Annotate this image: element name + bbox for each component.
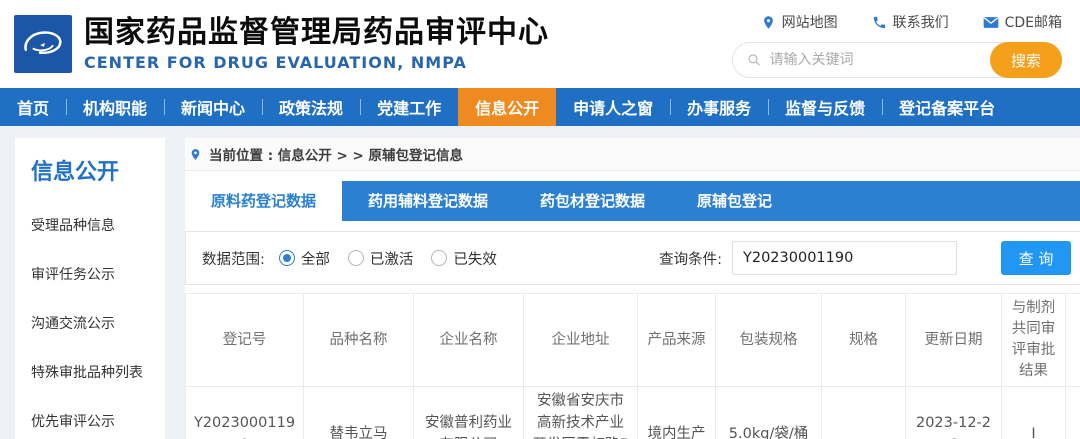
site-header: 国家药品监督管理局药品审评中心 CENTER FOR DRUG EVALUATI… [0, 0, 1080, 88]
cell-company-address: 安徽省安庆市高新技术产业开发区霞虹路58号 [523, 386, 638, 439]
nav-item-supervision[interactable]: 监督与反馈 [768, 88, 882, 126]
sidebar-item-communication[interactable]: 沟通交流公示 [31, 313, 155, 333]
fish-swirl-icon [24, 31, 62, 55]
col-packaging-spec: 包装规格 [715, 292, 822, 388]
breadcrumb-text: 当前位置 : 信息公开 > > 原辅包登记信息 [209, 148, 464, 164]
radio-all-label: 全部 [300, 251, 330, 268]
col-registration-no: 登记号 [185, 292, 304, 388]
nav-item-news[interactable]: 新闻中心 [164, 88, 262, 126]
nav-item-info-disclosure[interactable]: 信息公开 [458, 88, 557, 126]
radio-activated-label: 已激活 [369, 251, 414, 268]
mailbox-label: CDE邮箱 [1004, 15, 1062, 31]
radio-all[interactable]: 全部 [278, 248, 330, 269]
cell-spec [821, 386, 906, 439]
nav-item-party[interactable]: 党建工作 [360, 88, 458, 126]
table-row[interactable]: Y20230001190 替韦立马 安徽普利药业有限公司 安徽省安庆市高新技术产… [185, 386, 1080, 439]
radio-all-circle[interactable] [278, 250, 295, 266]
radio-expired[interactable]: 已失效 [431, 248, 497, 269]
contact-link[interactable]: 联系我们 [872, 12, 949, 32]
sidebar-item-priority-review[interactable]: 优先审评公示 [31, 411, 155, 431]
nav-item-policies[interactable]: 政策法规 [262, 88, 360, 126]
nav-item-functions[interactable]: 机构职能 [66, 88, 164, 126]
main-nav: 首页 机构职能 新闻中心 政策法规 党建工作 信息公开 申请人之窗 办事服务 监… [0, 88, 1080, 126]
tab-bar: 原料药登记数据 药用辅料登记数据 药包材登记数据 原辅包登记 [185, 181, 1080, 221]
col-remarks: 备注 [1065, 292, 1080, 388]
scope-label: 数据范围: [202, 251, 265, 268]
col-company-address: 企业地址 [523, 292, 638, 388]
main-content: 当前位置 : 信息公开 > > 原辅包登记信息 原料药登记数据 药用辅料登记数据… [185, 138, 1080, 439]
sidebar: 信息公开 受理品种信息 审评任务公示 沟通交流公示 特殊审批品种列表 优先审评公… [15, 138, 165, 439]
cell-update-date: 2023-12-26 [905, 386, 1002, 439]
cell-variety-name: 替韦立马 [303, 386, 414, 439]
col-update-date: 更新日期 [905, 292, 1002, 388]
search-button[interactable]: 搜索 [990, 42, 1062, 78]
mailbox-link[interactable]: CDE邮箱 [983, 12, 1062, 32]
location-pin-icon [763, 15, 773, 29]
site-subtitle: CENTER FOR DRUG EVALUATION, NMPA [84, 53, 467, 73]
cell-remarks [1065, 386, 1080, 439]
breadcrumb: 当前位置 : 信息公开 > > 原辅包登记信息 [185, 138, 1080, 171]
cell-company-name: 安徽普利药业有限公司 [413, 386, 524, 439]
search-icon [748, 54, 760, 66]
col-product-source: 产品来源 [637, 292, 716, 388]
phone-icon [873, 16, 885, 28]
radio-expired-label: 已失效 [453, 251, 497, 268]
table-header-row: 登记号 品种名称 企业名称 企业地址 产品来源 包装规格 规格 更新日期 与制剂… [185, 292, 1080, 388]
contact-label: 联系我们 [892, 15, 949, 31]
sitemap-link[interactable]: 网站地图 [761, 12, 838, 32]
tab-api-registration[interactable]: 原料药登记数据 [185, 181, 343, 221]
site-title: 国家药品监督管理局药品审评中心 [84, 14, 549, 50]
col-company-name: 企业名称 [413, 292, 524, 388]
search-input[interactable] [769, 52, 981, 68]
sidebar-item-accepted-varieties[interactable]: 受理品种信息 [31, 215, 155, 235]
filter-panel: 数据范围: 全部 已激活 已失效 查询条件: 查 询 [185, 231, 1080, 285]
nav-item-home[interactable]: 首页 [0, 88, 66, 126]
cell-product-source: 境内生产 [637, 386, 716, 439]
scope-radio-group: 全部 已激活 已失效 [278, 248, 497, 269]
nav-item-applicant-window[interactable]: 申请人之窗 [556, 88, 670, 126]
query-condition-label: 查询条件: [659, 251, 722, 268]
cell-packaging-spec: 5.0kg/袋/桶 [715, 386, 822, 439]
sidebar-item-special-approval[interactable]: 特殊审批品种列表 [31, 362, 155, 382]
sidebar-item-review-tasks[interactable]: 审评任务公示 [31, 264, 155, 284]
tab-packaging-registration[interactable]: 药包材登记数据 [514, 181, 671, 221]
envelope-icon [983, 16, 998, 28]
cell-joint-review-result: I [1001, 386, 1066, 439]
tab-apiep-registration[interactable]: 原辅包登记 [671, 181, 798, 221]
radio-activated[interactable]: 已激活 [347, 248, 414, 269]
sitemap-label: 网站地图 [781, 15, 838, 31]
top-links: 网站地图 联系我们 CDE邮箱 [732, 10, 1062, 34]
query-condition-input[interactable] [732, 241, 957, 275]
cell-registration-no: Y20230001190 [185, 386, 304, 439]
registration-table: 登记号 品种名称 企业名称 企业地址 产品来源 包装规格 规格 更新日期 与制剂… [185, 292, 1080, 439]
nav-item-registration-platform[interactable]: 登记备案平台 [882, 88, 1012, 126]
cde-logo [14, 15, 72, 73]
sidebar-title: 信息公开 [31, 160, 120, 185]
radio-expired-circle[interactable] [431, 250, 448, 266]
col-variety-name: 品种名称 [303, 292, 414, 388]
col-spec: 规格 [821, 292, 906, 388]
nav-item-services[interactable]: 办事服务 [670, 88, 768, 126]
tab-excipient-registration[interactable]: 药用辅料登记数据 [342, 181, 514, 221]
query-button[interactable]: 查 询 [1001, 241, 1071, 275]
col-joint-review-result: 与制剂共同审评审批结果 [1001, 292, 1066, 388]
location-pin-icon [191, 148, 200, 160]
radio-activated-circle[interactable] [347, 250, 364, 266]
